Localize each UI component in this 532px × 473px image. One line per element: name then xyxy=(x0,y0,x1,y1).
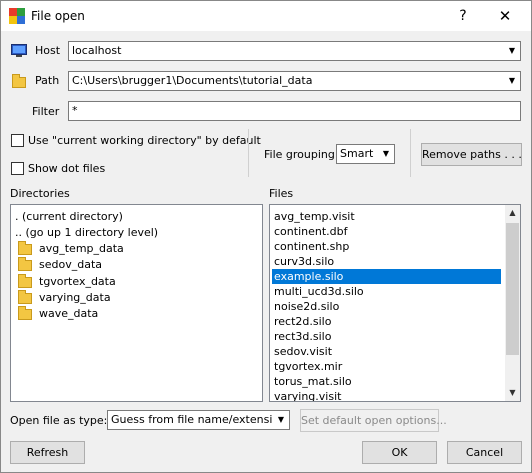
chevron-down-icon[interactable]: ▼ xyxy=(378,145,394,163)
cancel-button[interactable]: Cancel xyxy=(447,441,522,464)
separator xyxy=(248,129,249,177)
list-item[interactable]: wave_data xyxy=(37,306,98,321)
list-item[interactable]: noise2d.silo xyxy=(272,299,339,314)
list-item[interactable]: continent.shp xyxy=(272,239,349,254)
file-grouping-combobox[interactable]: Smart ▼ xyxy=(336,144,395,164)
open-as-type-value: Guess from file name/extension xyxy=(111,413,287,426)
folder-icon xyxy=(18,290,32,304)
files-header: Files xyxy=(269,187,294,200)
list-item[interactable]: continent.dbf xyxy=(272,224,347,239)
list-item[interactable]: varying_data xyxy=(37,290,111,305)
path-combobox[interactable]: C:\Users\brugger1\Documents\tutorial_dat… xyxy=(68,71,521,91)
title-bar[interactable]: File open ? ✕ xyxy=(1,1,531,31)
refresh-button[interactable]: Refresh xyxy=(10,441,85,464)
host-value: localhost xyxy=(72,44,122,57)
list-item[interactable]: tgvortex.mir xyxy=(272,359,342,374)
help-button[interactable]: ? xyxy=(448,5,478,27)
list-item[interactable]: avg_temp.visit xyxy=(272,209,355,224)
directories-list[interactable]: . (current directory) .. (go up 1 direct… xyxy=(10,204,263,402)
chevron-down-icon[interactable]: ▼ xyxy=(504,72,520,90)
filter-input[interactable]: * xyxy=(68,101,521,121)
files-scrollbar[interactable]: ▲ ▼ xyxy=(505,205,520,401)
file-grouping-value: Smart xyxy=(340,147,374,160)
close-button[interactable]: ✕ xyxy=(485,5,525,27)
list-item[interactable]: curv3d.silo xyxy=(272,254,334,269)
list-item[interactable]: rect2d.silo xyxy=(272,314,331,329)
list-item[interactable]: avg_temp_data xyxy=(37,241,124,256)
folder-icon xyxy=(18,257,32,271)
list-item[interactable]: .. (go up 1 directory level) xyxy=(13,225,158,240)
list-item[interactable]: varying.visit xyxy=(272,389,341,401)
window-title: File open xyxy=(31,9,85,23)
list-item[interactable]: multi_ucd3d.silo xyxy=(272,284,364,299)
host-label: Host xyxy=(35,44,61,57)
chevron-down-icon[interactable]: ▼ xyxy=(273,411,289,429)
monitor-icon xyxy=(11,44,27,57)
folder-icon xyxy=(18,306,32,320)
list-item[interactable]: . (current directory) xyxy=(13,209,123,224)
use-cwd-checkbox[interactable] xyxy=(11,134,24,147)
use-cwd-label: Use "current working directory" by defau… xyxy=(28,134,261,147)
list-item[interactable]: torus_mat.silo xyxy=(272,374,352,389)
path-label: Path xyxy=(35,74,60,87)
chevron-down-icon[interactable]: ▼ xyxy=(504,42,520,60)
set-default-open-options-button[interactable]: Set default open options... xyxy=(300,409,447,432)
host-combobox[interactable]: localhost ▼ xyxy=(68,41,521,61)
scrollbar-thumb[interactable] xyxy=(506,223,519,355)
list-item[interactable]: sedov_data xyxy=(37,257,102,272)
show-dot-files-label: Show dot files xyxy=(28,162,106,175)
show-dot-files-checkbox[interactable] xyxy=(11,162,24,175)
file-open-dialog: File open ? ✕ Host localhost ▼ Path C:\U… xyxy=(0,0,532,473)
ok-button[interactable]: OK xyxy=(362,441,437,464)
list-item[interactable]: sedov.visit xyxy=(272,344,332,359)
filter-label: Filter xyxy=(32,105,60,118)
scroll-up-icon[interactable]: ▲ xyxy=(505,205,520,221)
open-as-type-label: Open file as type: xyxy=(10,414,108,427)
folder-icon xyxy=(18,241,32,255)
visit-app-icon xyxy=(9,8,25,24)
list-item[interactable]: rect3d.silo xyxy=(272,329,331,344)
list-item[interactable]: tgvortex_data xyxy=(37,274,116,289)
separator xyxy=(410,129,411,177)
directories-header: Directories xyxy=(10,187,70,200)
list-item-selected[interactable]: example.silo xyxy=(272,269,501,284)
folder-icon xyxy=(18,274,32,288)
open-as-type-combobox[interactable]: Guess from file name/extension ▼ xyxy=(107,410,290,430)
file-grouping-label: File grouping xyxy=(264,148,335,161)
remove-paths-button[interactable]: Remove paths . . . xyxy=(421,143,522,166)
scroll-down-icon[interactable]: ▼ xyxy=(505,385,520,401)
files-list[interactable]: avg_temp.visit continent.dbf continent.s… xyxy=(269,204,521,402)
folder-icon xyxy=(12,74,26,88)
path-value: C:\Users\brugger1\Documents\tutorial_dat… xyxy=(72,74,313,87)
